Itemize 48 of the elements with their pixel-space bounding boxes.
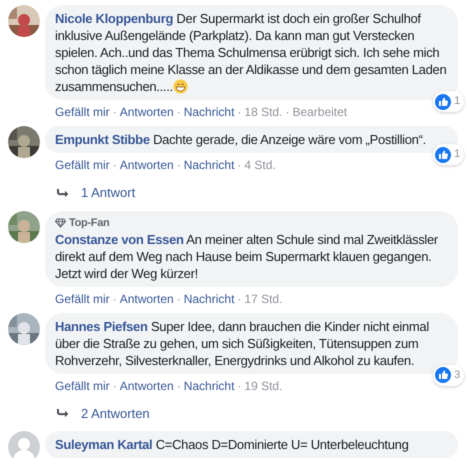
comment-text: Constanze von Essen An meiner alten Schule sind mal Zweitklässler direkt auf dem Weg nach Hause beim Supermarkt klauen gegangen. Jetzt wird der Weg kürzer! xyxy=(55,230,439,282)
comment-text: Hannes Piefsen Super Idee, dann brauchen die Kinder nicht einmal über die Straße zu gehen, um sich Süßigkeiten, Tütensuppen zum Rohverzehr, Silvesterknaller, Energydrinks und Alkohol zu kaufen. xyxy=(55,318,430,368)
action-link[interactable]: Gefällt mir xyxy=(55,157,110,173)
top-fan-label: Top-Fan xyxy=(69,216,110,230)
separator-dot: · xyxy=(237,104,242,120)
edited-label: Bearbeitet xyxy=(292,104,348,120)
separator-dot: · xyxy=(176,157,181,173)
separator-dot: · xyxy=(285,104,290,120)
author-link[interactable]: Nicole Kloppenburg xyxy=(55,11,174,26)
separator-dot: · xyxy=(112,290,117,306)
action-link[interactable]: Antworten xyxy=(120,290,174,306)
separator-dot: · xyxy=(112,378,117,394)
action-link[interactable]: Nachricht xyxy=(184,290,234,306)
timestamp: 19 Std. xyxy=(244,378,282,394)
action-link[interactable]: Gefällt mir xyxy=(55,378,110,394)
action-link[interactable]: Nachricht xyxy=(184,378,234,394)
author-link[interactable]: Hannes Piefsen xyxy=(55,318,148,334)
author-link[interactable]: Suleyman Kartal xyxy=(55,437,152,452)
timestamp: 4 Std. xyxy=(244,157,276,173)
separator-dot: · xyxy=(112,104,117,120)
separator-dot: · xyxy=(237,157,242,173)
action-link[interactable]: Nachricht xyxy=(184,104,234,120)
action-link[interactable]: Gefällt mir xyxy=(55,290,110,306)
comment-text: Suleyman Kartal C=Chaos D=Dominierte U= Unterbeleuchtung xyxy=(55,436,410,453)
separator-dot: · xyxy=(112,157,117,173)
action-link[interactable]: Antworten xyxy=(120,104,174,120)
separator-dot: · xyxy=(176,378,181,394)
action-link[interactable]: Nachricht xyxy=(184,157,234,173)
replies-link[interactable]: 1 Antwort xyxy=(81,183,136,202)
like-icon xyxy=(435,367,452,383)
timestamp: 18 Std. xyxy=(244,104,282,120)
like-icon xyxy=(435,146,452,162)
comment-text: Empunkt Stibbe Dachte gerade, die Anzeige wäre vom „Postillion“. xyxy=(55,131,427,148)
action-link[interactable]: Antworten xyxy=(120,157,174,173)
separator-dot: · xyxy=(176,290,181,306)
separator-dot: · xyxy=(237,378,242,394)
action-link[interactable]: Antworten xyxy=(120,378,174,394)
separator-dot: · xyxy=(237,290,242,306)
timestamp: 17 Std. xyxy=(244,290,282,306)
author-link[interactable]: Constanze von Essen xyxy=(55,232,184,246)
action-link[interactable]: Gefällt mir xyxy=(55,104,110,120)
replies-link[interactable]: 2 Antworten xyxy=(81,404,150,423)
reply-arrow-icon xyxy=(57,408,69,418)
separator-dot: · xyxy=(176,104,181,120)
like-icon xyxy=(435,94,452,110)
diamond-icon xyxy=(55,218,66,228)
reply-arrow-icon xyxy=(57,188,69,198)
author-link[interactable]: Empunkt Stibbe xyxy=(55,132,150,147)
